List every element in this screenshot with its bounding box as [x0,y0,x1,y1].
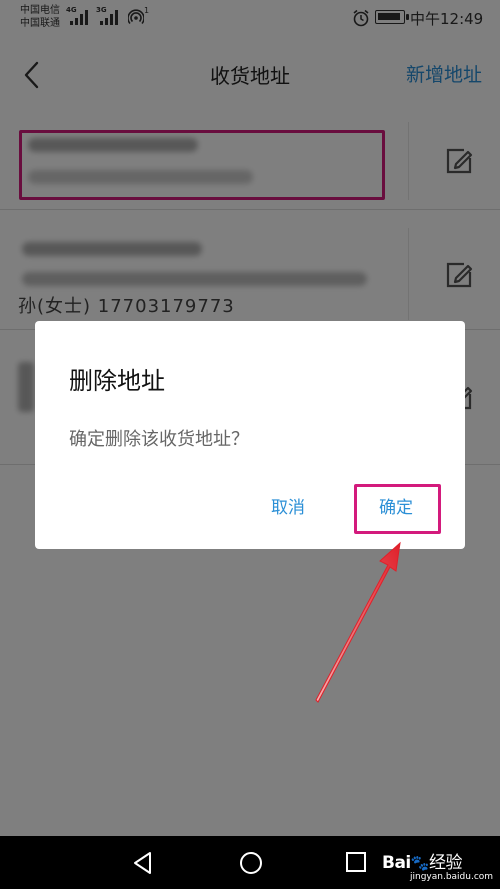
nav-recent-apps-icon[interactable] [345,851,367,873]
baidu-watermark: Bai🐾经验 jingyan.baidu.com [380,844,500,886]
nav-home-icon[interactable] [238,850,264,876]
dialog-message: 确定删除该收货地址？ [69,429,249,450]
confirm-highlight-box [354,484,441,534]
watermark-site: jingyan.baidu.com [410,872,494,882]
dialog-title: 删除地址 [69,367,165,395]
watermark-logo: Bai🐾经验 [382,853,462,873]
annotation-arrow [315,541,401,703]
system-nav-bar: Bai🐾经验 jingyan.baidu.com [0,836,500,889]
cancel-button[interactable]: 取消 [271,493,305,518]
nav-back-icon[interactable] [130,850,156,876]
